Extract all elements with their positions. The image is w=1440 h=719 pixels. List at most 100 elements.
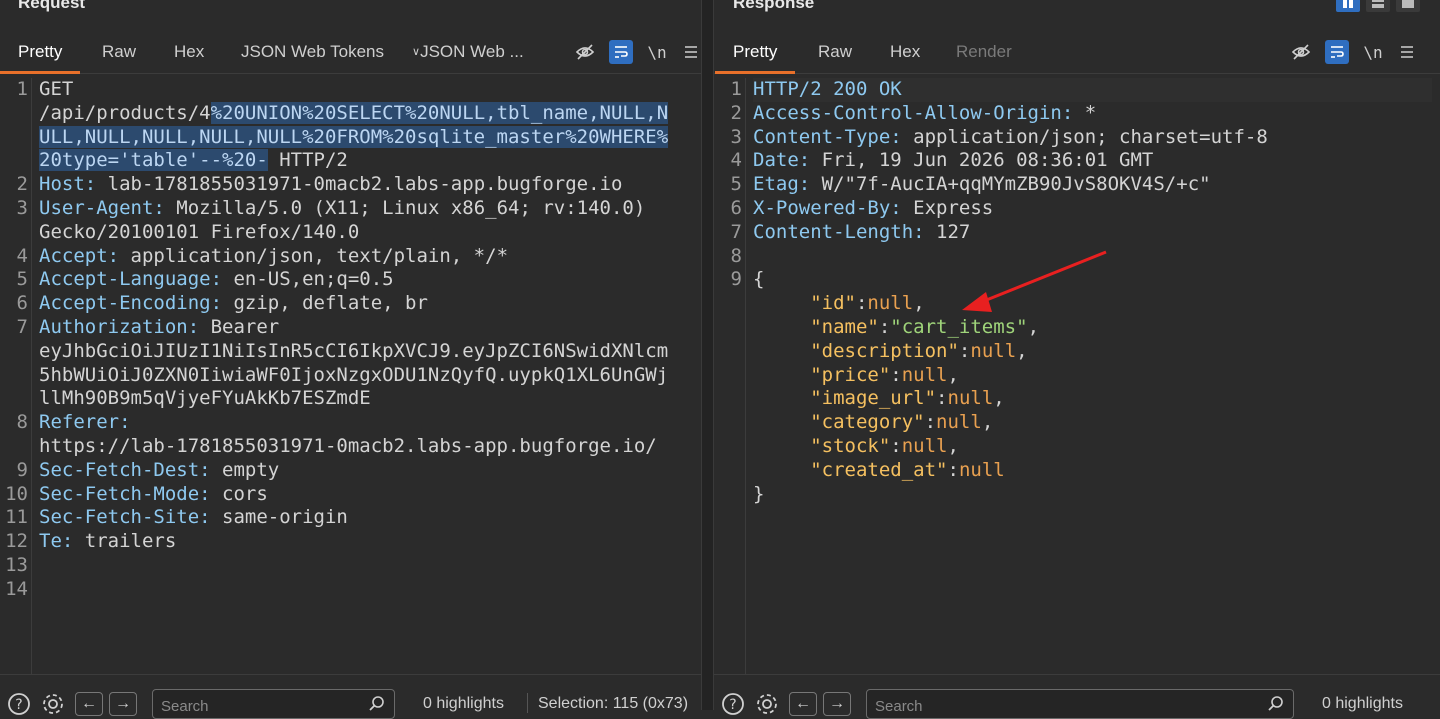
json-open-line: 9{ (731, 268, 1432, 292)
header-value: eyJhbGciOiJIUzI1NiIsInR5cCI6IkpXVCJ9.eyJ… (39, 339, 669, 362)
request-search-input[interactable] (161, 694, 361, 718)
newline-toggle[interactable]: \n (1361, 40, 1385, 64)
menu-icon[interactable] (679, 40, 703, 64)
request-code: 1 GET/api/products/4%20UNION%20SELECT%20N… (5, 78, 693, 602)
header-name: Authorization: (39, 315, 200, 338)
header-name: Content-Length: (753, 220, 925, 243)
code-line: 2 Host: lab-1781855031971-0macb2.labs-app… (17, 173, 693, 197)
word-wrap-icon[interactable] (1325, 40, 1349, 64)
tab-hex[interactable]: Hex (174, 30, 204, 74)
code-line: 20type='table'--%20- HTTP/2 (39, 149, 693, 173)
json-key: "created_at" (810, 458, 948, 481)
json-key: "price" (810, 363, 891, 386)
tab-json-web-more[interactable]: ∨JSON Web ... (412, 30, 524, 74)
hide-eye-icon[interactable] (573, 40, 597, 64)
menu-icon[interactable] (1395, 40, 1419, 64)
code-line: 2 Access-Control-Allow-Origin: * (731, 101, 1432, 126)
tab-hex[interactable]: Hex (890, 30, 920, 74)
json-field: "description":null, (810, 339, 1028, 362)
line-number: 3 (16, 196, 28, 219)
request-editor[interactable]: 1 GET/api/products/4%20UNION%20SELECT%20N… (0, 78, 701, 674)
code-line: 7 Content-Length: 127 (731, 220, 1432, 245)
previous-arrow-icon[interactable]: ← (75, 692, 103, 716)
code-line: eyJhbGciOiJIUzI1NiIsInR5cCI6IkpXVCJ9.eyJ… (39, 340, 693, 364)
json-field: "price":null, (810, 363, 959, 386)
tab-raw[interactable]: Raw (102, 30, 136, 74)
request-search-box (152, 689, 395, 719)
code-line: 3 User-Agent: Mozilla/5.0 (X11; Linux x86… (17, 197, 693, 221)
line-number: 10 (5, 482, 28, 505)
next-arrow-icon[interactable]: → (823, 692, 851, 716)
json-key: "stock" (810, 434, 891, 457)
tab-pretty[interactable]: Pretty (0, 30, 81, 74)
code-line: 4 Date: Fri, 19 Jun 2026 08:36:01 GMT (731, 149, 1432, 173)
json-value: null (947, 387, 994, 410)
header-name: Te: (39, 530, 74, 553)
tab-json-web-tokens[interactable]: JSON Web Tokens (241, 30, 384, 74)
line-number: 9 (16, 458, 28, 481)
code-line: ULL,NULL,NULL,NULL,NULL%20FROM%20sqlite_… (39, 125, 693, 150)
code-line: 14 (5, 578, 693, 602)
code-line: 11 Sec-Fetch-Site: same-origin (5, 506, 693, 530)
header-value: 5hbWUiOiJ0ZXN0IiwiaWF0IjoxNzgxODU1NzQyfQ… (39, 363, 669, 386)
header-value: Bearer (199, 315, 280, 338)
chevron-down-icon: ∨ (412, 46, 421, 58)
tab-pretty[interactable]: Pretty (714, 30, 796, 74)
code-line: 12 Te: trailers (5, 530, 693, 554)
line-number: 5 (730, 173, 742, 196)
help-icon[interactable]: ? (720, 691, 746, 717)
json-comma: , (1027, 315, 1040, 338)
header-value: same-origin (210, 506, 348, 529)
json-value: null (970, 339, 1017, 362)
help-icon[interactable]: ? (6, 691, 32, 717)
json-value: null (958, 458, 1005, 481)
json-field: "id":null, (810, 292, 925, 315)
tab-raw[interactable]: Raw (818, 30, 852, 74)
code-line: 8 Referer: (17, 411, 693, 435)
selected-text: 20type='table'--%20- (39, 149, 268, 172)
word-wrap-icon[interactable] (609, 40, 633, 64)
settings-gear-icon[interactable] (754, 691, 780, 717)
code-line: 9 Sec-Fetch-Dest: empty (17, 459, 693, 483)
hide-eye-icon[interactable] (1289, 40, 1313, 64)
json-key: "name" (810, 315, 879, 338)
response-code: 1 HTTP/2 200 OK 2 Access-Control-Allow-Orig… (731, 78, 1432, 506)
selected-text: %20UNION%20SELECT%20NULL,tbl_name,NULL,N (210, 101, 669, 124)
code-line: 6 Accept-Encoding: gzip, deflate, br (17, 292, 693, 316)
header-value: W/"7f-AucIA+qqMYmZB90JvS8OKV4S/+c" (810, 173, 1211, 196)
tab-json-web-more-label: JSON Web ... (420, 42, 524, 61)
layout-tabbed-icon[interactable] (1396, 0, 1420, 12)
header-name: Sec-Fetch-Mode: (39, 482, 211, 505)
json-key: "id" (810, 292, 856, 315)
next-arrow-icon[interactable]: → (109, 692, 137, 716)
header-name: Date: (753, 149, 811, 172)
line-number: 9 (730, 268, 742, 291)
line-number: 4 (16, 244, 28, 267)
response-search-input[interactable] (875, 694, 1075, 718)
layout-split-icon[interactable] (1336, 0, 1360, 12)
json-field: "category":null, (810, 411, 994, 434)
settings-gear-icon[interactable] (40, 691, 66, 717)
response-editor[interactable]: 1 HTTP/2 200 OK 2 Access-Control-Allow-Orig… (714, 78, 1440, 674)
previous-arrow-icon[interactable]: ← (789, 692, 817, 716)
header-value: 127 (924, 220, 971, 243)
request-highlights-count: 0 highlights (423, 695, 504, 712)
pane-splitter[interactable] (701, 0, 714, 710)
line-number: 12 (5, 530, 28, 553)
header-name: Access-Control-Allow-Origin: (753, 101, 1074, 124)
newline-toggle[interactable]: \n (645, 40, 669, 64)
line-number: 1 (730, 78, 742, 100)
json-value: null (867, 292, 914, 315)
header-value: https://lab-1781855031971-0macb2.labs-ap… (39, 434, 657, 457)
code-line: 5 Etag: W/"7f-AucIA+qqMYmZB90JvS8OKV4S/+c… (731, 173, 1432, 197)
code-line: llMh90B9m5qVjyeFYuAkKb7ESZmdE (39, 387, 693, 411)
header-name: Referer: (39, 411, 131, 434)
layout-stacked-icon[interactable] (1366, 0, 1390, 12)
json-comma: , (1016, 339, 1028, 362)
json-value: "cart_items" (890, 315, 1028, 338)
selected-text: ULL,NULL,NULL,NULL,NULL%20FROM%20sqlite_… (39, 125, 669, 148)
tab-render[interactable]: Render (956, 30, 1012, 74)
header-value: application/json; charset=utf-8 (901, 125, 1268, 148)
line-number: 2 (16, 173, 28, 196)
json-field: "image_url":null, (810, 387, 1005, 410)
